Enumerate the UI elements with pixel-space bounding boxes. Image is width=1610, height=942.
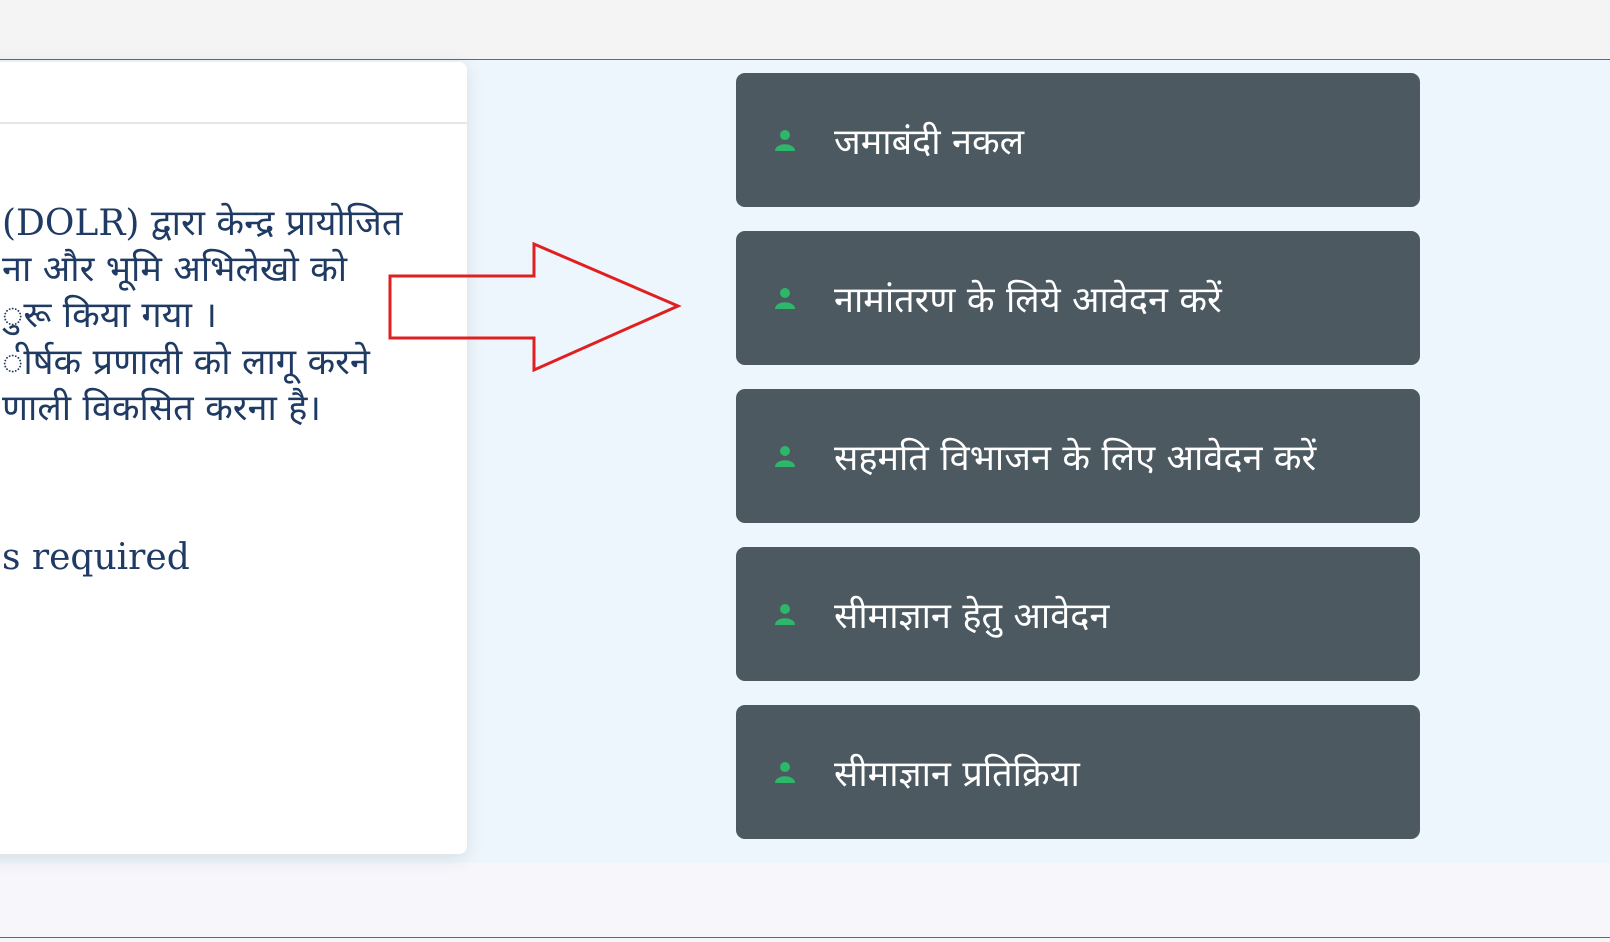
menu-button-label: सीमाज्ञान हेतु आवेदन	[834, 595, 1110, 637]
menu-button-sahmati-vibhajan-avedan[interactable]: सहमति विभाजन के लिए आवेदन करें	[736, 389, 1420, 523]
menu-button-label: नामांतरण के लिये आवेदन करें	[834, 279, 1222, 321]
menu-button-label: जमाबंदी नकल	[834, 121, 1025, 163]
intro-text-line: (DOLR) द्वारा केन्द्र प्रायोजित	[2, 203, 403, 244]
intro-text-line: ुरू किया गया ।	[2, 295, 217, 336]
top-bar	[0, 0, 1610, 60]
intro-text-line: णाली विकसित करना है।	[2, 388, 322, 429]
red-arrow-annotation	[388, 241, 682, 373]
menu-button-jamabandi-nakal[interactable]: जमाबंदी नकल	[736, 73, 1420, 207]
user-icon	[775, 604, 795, 625]
arrow-shape	[388, 241, 682, 373]
menu-button-seemagyan-pratikriya[interactable]: सीमाज्ञान प्रतिक्रिया	[736, 705, 1420, 839]
service-menu: जमाबंदी नकल नामांतरण के लिये आवेदन करें …	[736, 73, 1420, 863]
required-text: s required	[2, 537, 190, 578]
bottom-area	[0, 863, 1610, 938]
user-icon	[775, 762, 795, 783]
intro-text-line: ना और भूमि अभिलेखो को	[2, 249, 348, 290]
user-icon	[775, 288, 795, 309]
intro-card: (DOLR) द्वारा केन्द्र प्रायोजित ना और भू…	[0, 62, 467, 854]
menu-button-label: सीमाज्ञान प्रतिक्रिया	[834, 753, 1080, 795]
user-icon	[775, 446, 795, 467]
intro-text-line: ीर्षक प्रणाली को लागू करने	[2, 342, 370, 383]
card-header	[0, 62, 467, 124]
menu-button-seemagyan-avedan[interactable]: सीमाज्ञान हेतु आवेदन	[736, 547, 1420, 681]
menu-button-namantaran-avedan[interactable]: नामांतरण के लिये आवेदन करें	[736, 231, 1420, 365]
menu-button-label: सहमति विभाजन के लिए आवेदन करें	[834, 437, 1317, 479]
user-icon	[775, 130, 795, 151]
